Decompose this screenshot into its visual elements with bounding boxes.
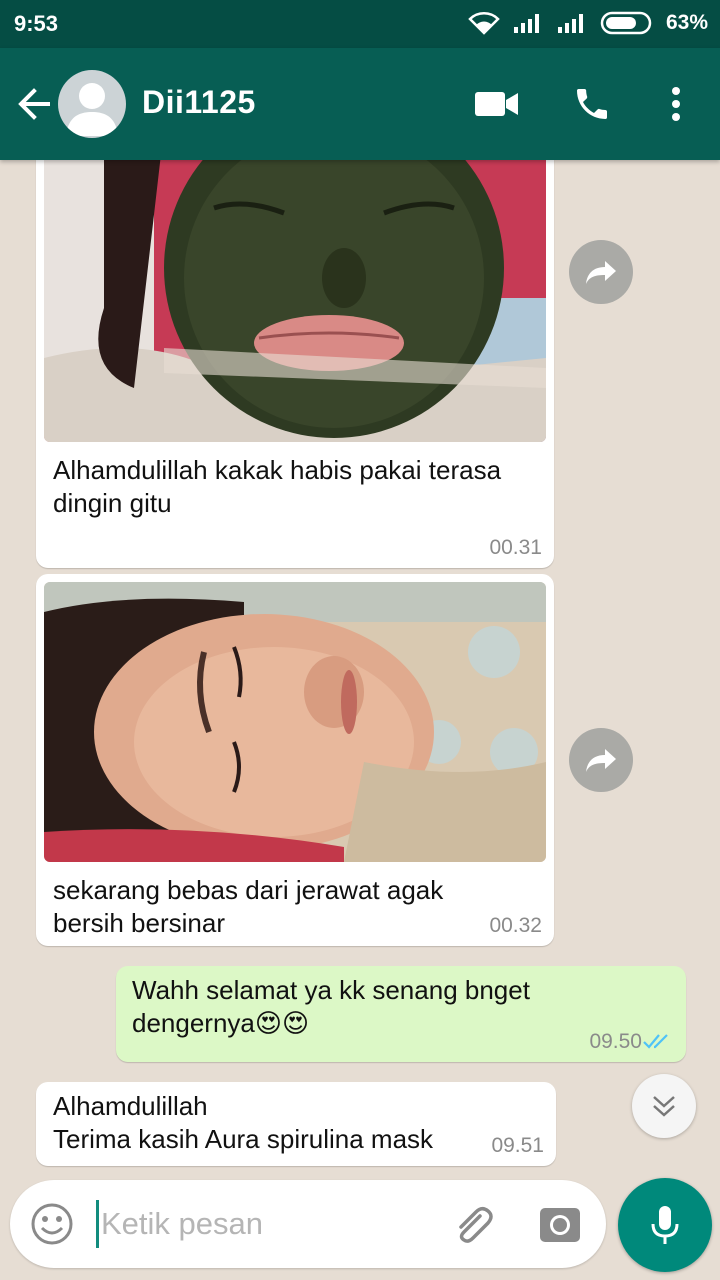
message-caption: Alhamdulillah kakak habis pakai terasa d… — [53, 454, 501, 520]
default-avatar-icon — [66, 83, 118, 136]
camera-icon[interactable] — [538, 1202, 582, 1246]
avatar[interactable] — [58, 70, 126, 138]
signal-icon-2 — [557, 14, 583, 33]
chat-header: Dii1125 — [0, 48, 720, 160]
message-line: Terima kasih Aura spirulina mask — [53, 1124, 434, 1154]
caption-line: Alhamdulillah kakak habis pakai terasa — [53, 455, 502, 485]
photo-sleeping-face-image — [44, 582, 546, 862]
message-bubble-outgoing[interactable]: Wahh selamat ya kk senang bnget dengerny… — [116, 966, 686, 1062]
message-time: 09.51 — [491, 1134, 544, 1157]
battery-icon — [600, 11, 652, 35]
voice-message-button[interactable] — [618, 1178, 712, 1272]
double-chevron-down-icon — [653, 1096, 675, 1117]
emoji-icon[interactable] — [30, 1202, 74, 1246]
forward-arrow-icon — [586, 749, 616, 772]
paperclip-icon[interactable] — [450, 1202, 496, 1248]
message-input[interactable] — [96, 1200, 426, 1248]
phone-icon — [577, 89, 607, 119]
composer — [10, 1180, 606, 1268]
message-line: dengernya😍😍 — [132, 1008, 310, 1038]
message-text: Alhamdulillah Terima kasih Aura spirulin… — [53, 1090, 433, 1156]
forward-button[interactable] — [569, 728, 633, 792]
message-bubble-incoming[interactable]: sekarang bebas dari jerawat agak bersih … — [36, 574, 554, 946]
more-vertical-icon — [672, 87, 680, 121]
contact-name[interactable]: Dii1125 — [142, 84, 256, 121]
message-bubble-incoming[interactable]: Alhamdulillah Terima kasih Aura spirulin… — [36, 1082, 556, 1166]
back-arrow-icon[interactable] — [14, 84, 54, 124]
status-icons: 63% — [468, 10, 708, 36]
forward-arrow-icon — [586, 261, 616, 284]
message-time: 09.50 — [589, 1030, 642, 1053]
signal-icon — [513, 14, 539, 33]
message-bubble-incoming[interactable]: Alhamdulillah kakak habis pakai terasa d… — [36, 160, 554, 568]
status-bar: 9:53 63% — [0, 0, 720, 48]
read-ticks-icon — [643, 1034, 668, 1049]
wifi-icon — [468, 12, 500, 35]
more-options-button[interactable] — [664, 82, 688, 126]
caption-line: bersih bersinar — [53, 908, 225, 938]
message-caption: sekarang bebas dari jerawat agak bersih … — [53, 874, 443, 940]
microphone-icon — [651, 1206, 679, 1244]
caption-line: sekarang bebas dari jerawat agak — [53, 875, 444, 905]
video-camera-icon — [475, 92, 518, 116]
voice-call-button[interactable] — [570, 82, 614, 126]
forward-button[interactable] — [569, 240, 633, 304]
message-line: Alhamdulillah — [53, 1091, 208, 1121]
message-time: 00.32 — [489, 914, 542, 937]
message-photo[interactable] — [44, 582, 546, 862]
message-photo[interactable] — [44, 160, 546, 442]
message-line: Wahh selamat ya kk senang bnget — [132, 975, 530, 1005]
scroll-to-bottom-button[interactable] — [632, 1074, 696, 1138]
message-time: 00.31 — [489, 536, 542, 559]
video-call-button[interactable] — [474, 82, 520, 126]
message-text: Wahh selamat ya kk senang bnget dengerny… — [132, 974, 530, 1040]
status-time: 9:53 — [14, 11, 59, 36]
photo-face-mask-image — [44, 160, 546, 442]
message-list[interactable]: Alhamdulillah kakak habis pakai terasa d… — [0, 160, 720, 1170]
battery-percent: 63% — [665, 11, 708, 34]
caption-line: dingin gitu — [53, 488, 172, 518]
